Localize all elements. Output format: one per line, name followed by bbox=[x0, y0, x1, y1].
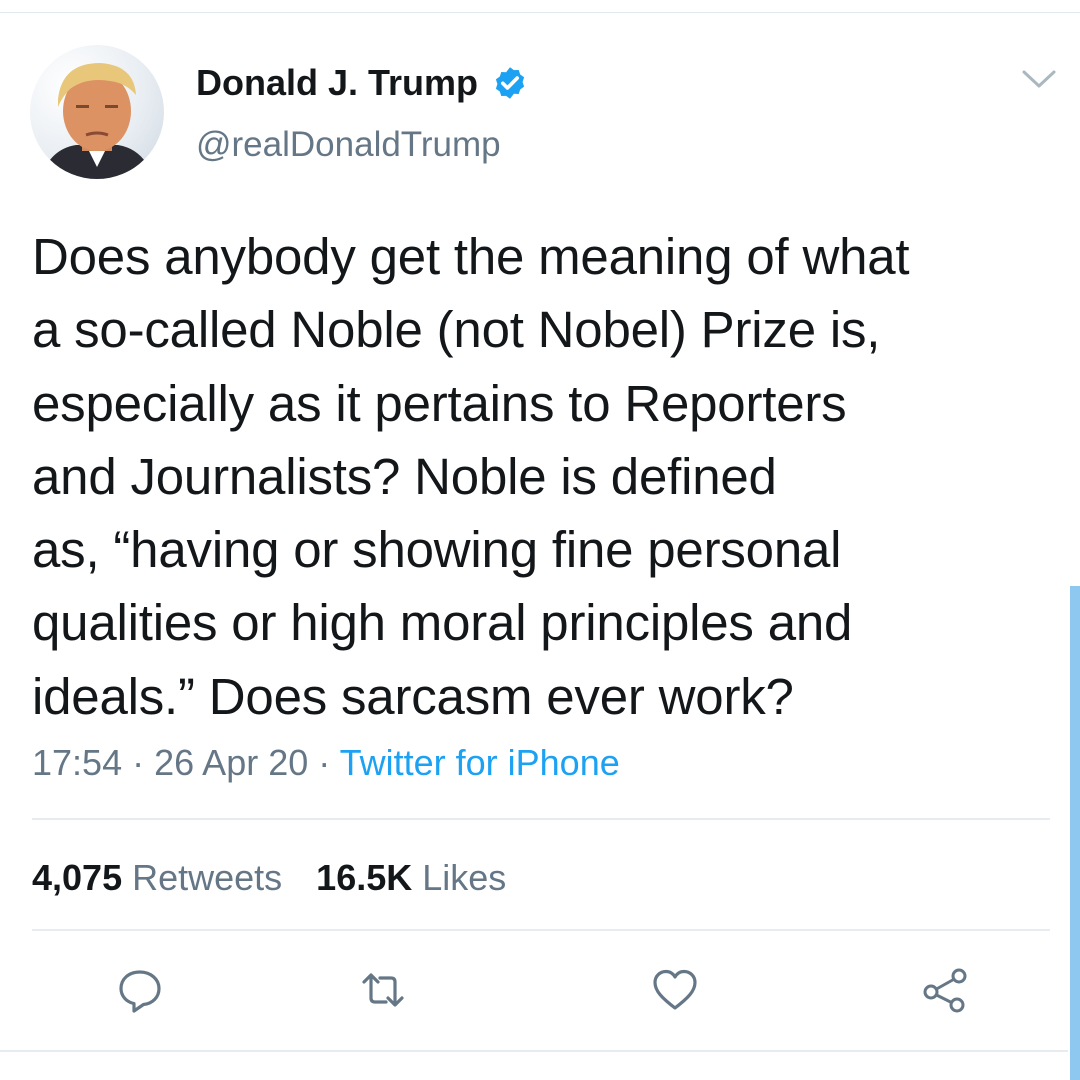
top-divider bbox=[0, 12, 1080, 13]
retweets-count: 4,075 bbox=[32, 857, 123, 898]
tweet-meta: 17:54 · 26 Apr 20 · Twitter for iPhone bbox=[32, 740, 620, 786]
share-button[interactable] bbox=[920, 965, 970, 1015]
author-handle[interactable]: @realDonaldTrump bbox=[196, 124, 501, 166]
avatar[interactable] bbox=[30, 45, 164, 179]
tweet-source-link[interactable]: Twitter for iPhone bbox=[340, 742, 620, 783]
divider bbox=[0, 1050, 1068, 1052]
retweets-label: Retweets bbox=[132, 857, 283, 898]
like-button[interactable] bbox=[650, 965, 700, 1015]
likes-label: Likes bbox=[422, 857, 507, 898]
tweet-stats: 4,075 Retweets 16.5K Likes bbox=[32, 855, 506, 901]
meta-separator: · bbox=[318, 742, 331, 783]
meta-separator: · bbox=[132, 742, 145, 783]
tweet-date: 26 Apr 20 bbox=[154, 742, 309, 783]
author-display-name[interactable]: Donald J. Trump bbox=[196, 62, 478, 104]
likes-count: 16.5K bbox=[316, 857, 413, 898]
scrollbar[interactable] bbox=[1070, 586, 1080, 1080]
retweet-button[interactable] bbox=[358, 965, 408, 1015]
author-name-row[interactable]: Donald J. Trump bbox=[196, 62, 528, 104]
retweet-icon bbox=[362, 973, 404, 1007]
retweets-stat[interactable]: 4,075 Retweets bbox=[32, 855, 282, 901]
verified-badge-icon bbox=[495, 67, 525, 99]
share-icon bbox=[923, 968, 967, 1013]
reply-button[interactable] bbox=[115, 965, 165, 1015]
divider bbox=[32, 818, 1050, 820]
likes-stat[interactable]: 16.5K Likes bbox=[316, 855, 506, 901]
like-icon bbox=[653, 969, 697, 1010]
tweet-text: Does anybody get the meaning of what a s… bbox=[32, 228, 910, 725]
divider bbox=[32, 929, 1050, 931]
reply-icon bbox=[119, 970, 161, 1013]
tweet-time: 17:54 bbox=[32, 742, 123, 783]
chevron-down-icon[interactable] bbox=[1020, 66, 1058, 94]
